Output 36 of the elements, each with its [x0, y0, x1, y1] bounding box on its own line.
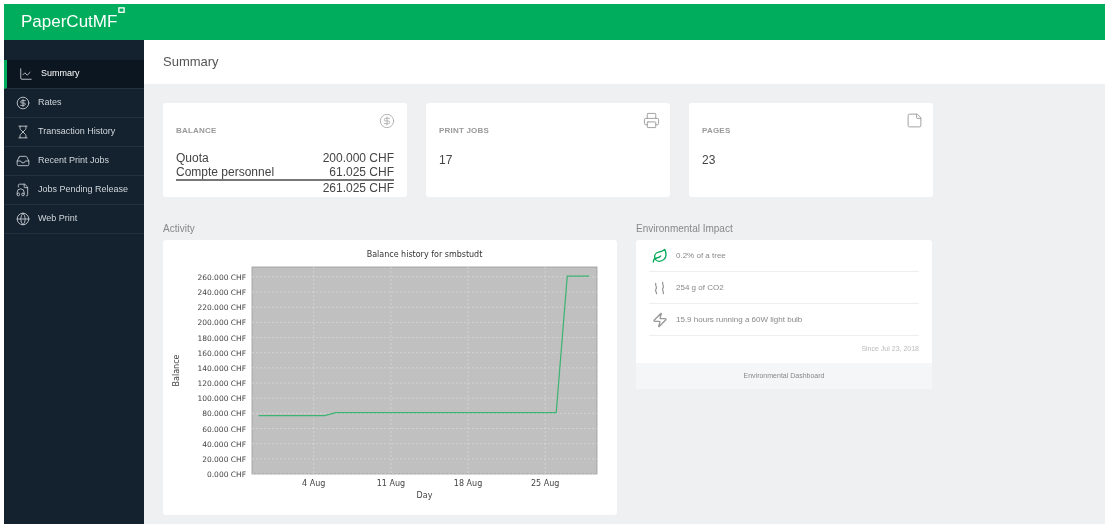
balance-label: Quota [176, 151, 209, 165]
globe-icon [16, 212, 30, 226]
y-axis-title: Balance [172, 354, 181, 387]
balance-amount: 200.000 CHF [322, 151, 394, 165]
impact-text: 254 g of CO2 [676, 281, 724, 294]
chart-title: Balance history for smbstudt [366, 250, 483, 259]
card-heading: BALANCE [176, 125, 217, 137]
note-icon [906, 112, 923, 129]
balance-total: 261.025 CHF [322, 181, 394, 195]
section-heading: Activity [163, 222, 196, 236]
x-tick-label: 25 Aug [531, 479, 560, 488]
hourglass-icon [16, 125, 30, 139]
x-tick-label: 4 Aug [302, 479, 326, 488]
line-chart-icon [19, 67, 33, 81]
sidebar-item[interactable]: Summary [4, 60, 144, 89]
logo: PaperCutMF [21, 9, 126, 35]
x-tick-label: 11 Aug [376, 479, 406, 488]
impact-text: 0.2% of a tree [676, 249, 726, 262]
dollar-coin-icon [16, 96, 30, 110]
stat-value: 23 [702, 152, 717, 169]
section-heading: Environmental Impact [636, 222, 734, 236]
impact-text: 15.9 hours running a 60W light bulb [676, 313, 803, 326]
document-icon [16, 183, 30, 197]
card-heading: PAGES [702, 125, 731, 137]
card-heading: PRINT JOBS [439, 125, 489, 137]
dollar-coin-icon [379, 113, 395, 129]
tray-icon [16, 154, 30, 168]
lightning-icon [652, 311, 668, 328]
balance-amount: 61.025 CHF [329, 165, 394, 179]
page-title: Summary [163, 53, 219, 72]
stat-value: 17 [439, 152, 454, 169]
x-axis-title: Day [416, 491, 433, 500]
printer-icon [643, 112, 660, 129]
x-tick-label: 18 Aug [453, 479, 483, 488]
balance-label: Compte personnel [176, 165, 275, 179]
leaf-icon [652, 247, 668, 264]
